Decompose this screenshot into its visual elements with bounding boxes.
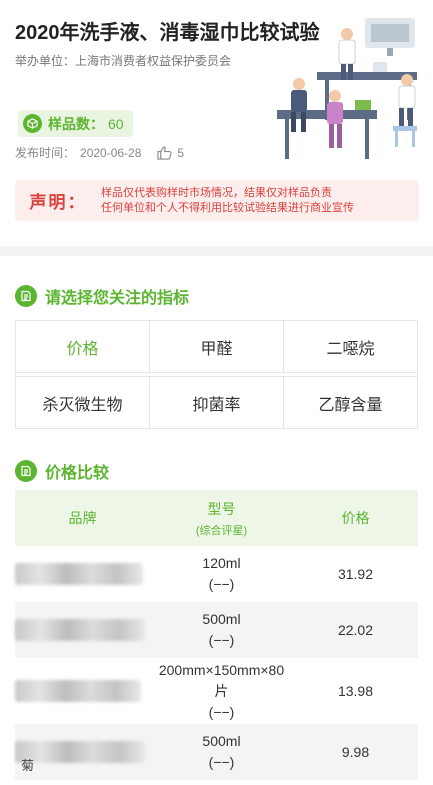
disclaimer-line-2: 任何单位和个人不得利用比较试验结果进行商业宣传 [101,201,354,214]
sample-count-label: 样品数： [48,115,104,132]
blurred-brand [15,563,143,585]
brand-cell [15,602,150,658]
sample-count-value: 60 [108,115,124,132]
column-model-sub: (综合评星) [195,524,248,537]
indicator-option-microbe-kill[interactable]: 杀灭微生物 [16,377,150,429]
table-row[interactable]: 菊 500ml (−−) 9.98 [15,724,418,780]
price-cell: 13.98 [337,682,374,699]
column-model-label: 型号 [207,500,236,517]
column-price[interactable]: 价格 [293,508,418,528]
indicator-option-formaldehyde[interactable]: 甲醛 [150,321,284,373]
price-cell: 22.02 [337,621,374,638]
indicator-option-ethanol-content[interactable]: 乙醇含量 [284,377,418,429]
model-cell: 500ml (−−) [150,609,293,651]
model-cell: 500ml (−−) [150,731,293,773]
thumbs-up-icon [157,145,172,160]
blurred-brand [15,741,145,763]
indicator-option-dioxane[interactable]: 二噁烷 [284,321,418,373]
like-count: 5 [177,145,185,160]
report-header: 2020年洗手液、消毒湿巾比较试验 举办单位：上海市消费者权益保护委员会 样品数… [0,0,433,240]
model-value: 120ml [202,555,241,571]
column-brand[interactable]: 品牌 [15,508,150,528]
rating-value: (−−) [208,632,235,648]
model-value: 200mm×150mm×80 [158,661,285,678]
brand-cell [15,546,150,602]
table-row[interactable]: 120ml (−−) 31.92 [15,546,418,602]
brand-cell [15,658,150,724]
price-cell: 9.98 [341,743,370,760]
document-icon [15,460,37,482]
table-row[interactable]: 500ml (−−) 22.02 [15,602,418,658]
section-divider [0,246,433,256]
rating-value: (−−) [208,754,235,770]
lab-illustration [277,14,429,164]
blurred-brand [15,619,145,641]
disclaimer-line-1: 样品仅代表购样时市场情况，结果仅对样品负责 [101,186,332,199]
indicator-option-price[interactable]: 价格 [16,321,150,373]
price-cell: 31.92 [337,565,374,582]
model-value-continued: 片 [214,682,229,699]
rating-value: (−−) [208,576,235,592]
column-model[interactable]: 型号 (综合评星) [150,499,293,538]
brand-visible-char: 菊 [21,758,35,773]
model-value: 500ml [202,611,241,627]
publish-date-label: 发布时间： [15,146,76,160]
publish-date: 2020-06-28 [80,145,142,160]
sample-count-badge: 样品数： 60 [18,110,133,137]
disclaimer-text: 样品仅代表购样时市场情况，结果仅对样品负责 任何单位和个人不得利用比较试验结果进… [101,186,354,216]
indicator-grid: 价格 甲醛 二噁烷 杀灭微生物 抑菌率 乙醇含量 [15,320,418,429]
brand-cell: 菊 [15,724,150,780]
table-header: 品牌 型号 (综合评星) 价格 [15,490,418,546]
model-cell: 200mm×150mm×80 片 (−−) [150,660,293,723]
price-section-label: 价格比较 [45,465,110,482]
blurred-brand [15,680,141,702]
cube-icon [23,114,42,133]
model-value: 500ml [202,733,241,749]
like-button[interactable]: 5 [157,146,184,160]
publish-meta: 发布时间： 2020-06-28 5 [15,144,184,161]
table-row[interactable]: 200mm×150mm×80 片 (−−) 13.98 [15,658,418,724]
model-cell: 120ml (−−) [150,553,293,595]
disclaimer-notice: 声明： 样品仅代表购样时市场情况，结果仅对样品负责 任何单位和个人不得利用比较试… [15,180,419,221]
price-table: 品牌 型号 (综合评星) 价格 120ml (−−) 31.92 500ml (… [15,490,418,780]
indicator-option-antibacterial-rate[interactable]: 抑菌率 [150,377,284,429]
price-section-title: 价格比较 [15,459,109,483]
indicator-section-label: 请选择您关注的指标 [45,290,190,307]
rating-value: (−−) [208,703,235,720]
disclaimer-tag: 声明： [29,193,87,212]
document-icon [15,285,37,307]
indicator-section-title: 请选择您关注的指标 [15,284,189,308]
